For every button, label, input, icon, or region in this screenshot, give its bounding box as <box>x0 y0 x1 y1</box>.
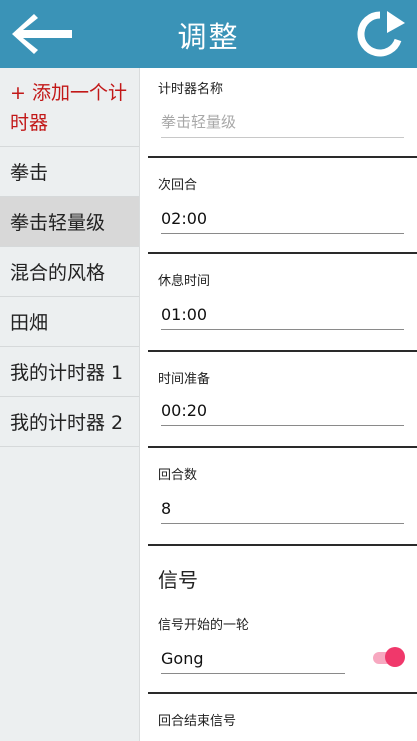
sidebar-item-label: 田畑 <box>10 312 49 334</box>
timer-name-input[interactable]: 拳击轻量级 <box>161 111 404 138</box>
divider <box>148 544 417 546</box>
timer-list-sidebar: + 添加一个计时器 拳击 拳击轻量级 混合的风格 田畑 我的计时器 1 我的计时… <box>0 68 140 741</box>
round-time-field: 次回合 02:00 <box>148 158 417 254</box>
signal-section-title: 信号 <box>158 568 198 592</box>
app-header: 调整 <box>0 0 417 68</box>
sidebar-item-label: 我的计时器 2 <box>10 412 124 434</box>
timer-settings-form: 计时器名称 拳击轻量级 次回合 02:00 休息时间 01:00 时间准备 00… <box>148 68 417 741</box>
timer-name-field: 计时器名称 拳击轻量级 <box>148 68 417 156</box>
round-start-signal-select[interactable]: Gong <box>161 649 345 674</box>
refresh-icon[interactable] <box>353 9 407 59</box>
sidebar-item-mixed-style[interactable]: 混合的风格 <box>0 247 139 297</box>
rounds-count-label: 回合数 <box>158 468 198 483</box>
rounds-count-input[interactable]: 8 <box>161 499 404 524</box>
prep-time-field: 时间准备 00:20 <box>148 352 417 448</box>
rest-time-label: 休息时间 <box>158 274 211 289</box>
sidebar-item-my-timer-1[interactable]: 我的计时器 1 <box>0 347 139 397</box>
toggle-knob <box>385 647 405 667</box>
prep-time-label: 时间准备 <box>158 372 211 387</box>
prep-time-input[interactable]: 00:20 <box>161 401 404 426</box>
round-time-label: 次回合 <box>158 178 198 193</box>
round-start-signal-toggle[interactable] <box>373 646 405 668</box>
sidebar-item-boxing-light[interactable]: 拳击轻量级 <box>0 197 139 247</box>
sidebar-item-field[interactable]: 田畑 <box>0 297 139 347</box>
add-timer-button[interactable]: + 添加一个计时器 <box>0 68 139 147</box>
sidebar-item-label: 混合的风格 <box>10 262 106 284</box>
round-end-signal-label: 回合结束信号 <box>158 714 237 729</box>
timer-name-label: 计时器名称 <box>158 82 224 97</box>
rest-time-input[interactable]: 01:00 <box>161 305 404 330</box>
rest-time-field: 休息时间 01:00 <box>148 254 417 350</box>
add-timer-label: + 添加一个计时器 <box>10 82 127 134</box>
round-start-signal-label: 信号开始的一轮 <box>158 618 250 633</box>
round-end-signal-field: 回合结束信号 <box>148 694 417 741</box>
sidebar-item-boxing[interactable]: 拳击 <box>0 147 139 197</box>
round-start-signal-field: 信号开始的一轮 Gong <box>148 608 417 694</box>
sidebar-item-label: 我的计时器 1 <box>10 362 124 384</box>
sidebar-item-label: 拳击轻量级 <box>10 212 106 234</box>
sidebar-item-my-timer-2[interactable]: 我的计时器 2 <box>0 397 139 447</box>
sidebar-item-label: 拳击 <box>10 162 49 184</box>
rounds-count-field: 回合数 8 <box>148 448 417 544</box>
round-time-input[interactable]: 02:00 <box>161 209 404 234</box>
